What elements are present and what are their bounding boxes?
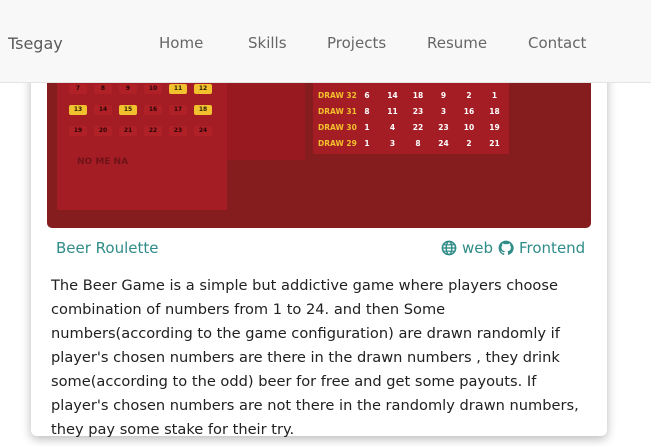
grid-number-cell: 20 [94,126,112,136]
grid-number-cell: 14 [94,105,112,115]
grid-number-cell: 16 [144,105,162,115]
project-title-link[interactable]: Beer Roulette [56,239,159,257]
grid-number-cell: 8 [94,84,112,94]
draw-number: 24 [438,139,449,148]
grid-number-cell: 7 [69,84,87,94]
nav-link-resume[interactable]: Resume [427,34,487,52]
draw-number: 11 [387,107,398,116]
draw-label: DRAW 32 [318,91,357,100]
draw-number: 22 [412,123,424,132]
grid-number-cell: 22 [144,126,162,136]
web-link[interactable]: web [441,239,493,257]
faint-label: NO ME NA [77,157,129,167]
nav-link-skills[interactable]: Skills [248,34,287,52]
draw-number: 1 [364,123,370,132]
frontend-link[interactable]: Frontend [498,239,585,257]
draw-number: 3 [440,107,447,116]
grid-number-cell: 12 [194,84,212,94]
grid-number-cell: 19 [69,126,87,136]
frontend-link-label: Frontend [519,239,586,257]
grid-number-cell: 23 [169,126,187,136]
grid-number-cell: 9 [119,84,137,94]
number-grid-panel: 7 8 9 10 11 12 13 14 15 16 17 18 19 20 21 22 23 24 NO ME … [57,80,227,210]
draw-number: 19 [489,123,500,132]
project-description: The Beer Game is a simple but addictive … [51,277,579,438]
web-link-label: web [462,239,494,257]
draw-number: 18 [412,91,424,100]
draw-number: 14 [387,91,398,100]
draw-number: 21 [489,139,500,148]
grid-number-cell: 24 [194,126,212,136]
draw-number: 9 [440,91,447,100]
draw-number: 2 [466,139,472,148]
draw-number: 23 [438,123,449,132]
project-screenshot: 7 8 9 10 11 12 13 14 15 16 17 18 19 20 21 22 23 24 NO ME … [47,60,591,228]
draw-number: 8 [364,107,370,116]
draw-number: 18 [489,107,500,116]
grid-number-cell: 21 [119,126,137,136]
brand-name[interactable]: Tsegay [8,34,63,53]
grid-number-cell: 13 [69,105,87,115]
draw-number: 23 [412,107,424,116]
grid-number-cell: 15 [119,105,137,115]
grid-number-cell: 18 [194,105,212,115]
github-icon [498,240,514,256]
nav-link-home[interactable]: Home [159,34,203,52]
draw-number: 3 [389,139,396,148]
draw-number: 6 [364,91,370,100]
draw-label: DRAW 29 [318,139,357,148]
draw-label: DRAW 31 [318,107,357,116]
grid-number-cell: 17 [169,105,187,115]
grid-number-cell: 11 [169,84,187,94]
navbar: Tsegay Home Skills Projects Resume Conta… [0,0,651,83]
draw-number: 10 [463,123,475,132]
nav-link-projects[interactable]: Projects [327,34,386,52]
nav-link-contact[interactable]: Contact [528,34,586,52]
draw-number: 16 [463,107,475,116]
globe-icon [441,240,457,256]
draw-number: 1 [491,91,498,100]
draw-number: 8 [415,139,421,148]
draw-label: DRAW 30 [318,123,357,132]
draw-number: 1 [364,139,370,148]
grid-number-cell: 10 [144,84,162,94]
draw-number: 4 [389,123,396,132]
side-panel [227,80,305,160]
draw-number: 2 [466,91,472,100]
